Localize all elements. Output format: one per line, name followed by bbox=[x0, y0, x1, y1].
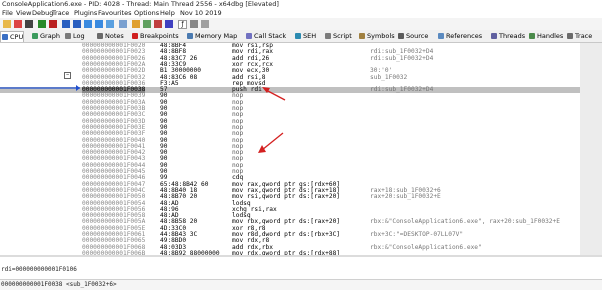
tab-icon bbox=[398, 33, 404, 39]
tab-bar: CPU Graph Log Notes Breakpoints Memory Map Cal… bbox=[0, 30, 602, 43]
function-icon[interactable]: ƒ bbox=[178, 20, 187, 29]
tab-label: Log bbox=[73, 32, 85, 40]
window-title: ConsoleApplication6.exe - PID: 4028 - Th… bbox=[2, 0, 279, 8]
status-bar: 000000000001F0038 <sub_1F0032+6> bbox=[0, 279, 602, 290]
tab-icon bbox=[97, 33, 103, 39]
status-line: 000000000001F0038 <sub_1F0032+6> bbox=[1, 281, 117, 288]
tab-icon bbox=[187, 33, 193, 39]
tab-label: Threads bbox=[499, 32, 526, 40]
tab-call-stack[interactable]: Call Stack bbox=[245, 31, 286, 41]
tab-icon bbox=[325, 33, 331, 39]
tab-trace[interactable]: Trace bbox=[566, 31, 592, 41]
tab-icon bbox=[2, 34, 8, 40]
tab-references[interactable]: References bbox=[437, 31, 482, 41]
disassembly-view[interactable]: − 000000000001F0020 48:8BF4 mov rsi,rsp 000… bbox=[0, 43, 580, 255]
open-icon[interactable] bbox=[3, 20, 11, 28]
trace-into-icon[interactable] bbox=[84, 20, 92, 28]
run-to-user-code-icon[interactable] bbox=[119, 20, 127, 28]
menu-item-2[interactable]: Debug bbox=[32, 9, 53, 18]
tab-handles[interactable]: Handles bbox=[528, 31, 563, 41]
tab-label: Source bbox=[406, 32, 429, 40]
tab-label: Trace bbox=[575, 32, 593, 40]
tab-script[interactable]: Script bbox=[324, 31, 352, 41]
menu-item-1[interactable]: View bbox=[16, 9, 31, 18]
step-over-icon[interactable] bbox=[73, 20, 81, 28]
tab-icon bbox=[567, 33, 573, 39]
tab-threads[interactable]: Threads bbox=[490, 31, 525, 41]
tab-source[interactable]: Source bbox=[397, 31, 428, 41]
trace-over-icon[interactable] bbox=[95, 20, 103, 28]
menu-item-6[interactable]: Options bbox=[134, 9, 159, 18]
tab-label: SEH bbox=[303, 32, 317, 40]
menu-item-7[interactable]: Help bbox=[160, 9, 175, 18]
tab-log[interactable]: Log bbox=[64, 31, 85, 41]
hash-icon[interactable] bbox=[190, 20, 198, 28]
restart-icon[interactable] bbox=[14, 20, 22, 28]
comment-icon[interactable] bbox=[154, 20, 162, 28]
tab-label: Symbols bbox=[367, 32, 395, 40]
tab-label: Call Stack bbox=[254, 32, 287, 40]
tab-seh[interactable]: SEH bbox=[294, 31, 316, 41]
label-icon[interactable] bbox=[165, 20, 173, 28]
tab-notes[interactable]: Notes bbox=[96, 31, 124, 41]
pause-icon[interactable] bbox=[49, 20, 57, 28]
hardware-icon[interactable] bbox=[132, 20, 140, 28]
tab-label: References bbox=[446, 32, 483, 40]
menu-bar: File View Debug Trace Plugins Favourites Optio… bbox=[0, 9, 602, 18]
tab-icon bbox=[65, 33, 71, 39]
tab-icon bbox=[132, 33, 138, 39]
info-pane: rdi=000000000001F0106 bbox=[0, 257, 602, 279]
tab-label: Notes bbox=[105, 32, 124, 40]
tab-label: Script bbox=[333, 32, 352, 40]
tab-label: Memory Map bbox=[195, 32, 238, 40]
tab-label: Handles bbox=[537, 32, 564, 40]
step-into-icon[interactable] bbox=[62, 20, 70, 28]
tab-label: CPU bbox=[10, 33, 24, 41]
tab-label: Graph bbox=[40, 32, 60, 40]
menu-item-3[interactable]: Trace bbox=[52, 9, 69, 18]
tab-icon bbox=[32, 33, 38, 39]
menu-item-4[interactable]: Plugins bbox=[74, 9, 97, 18]
patch-icon[interactable] bbox=[143, 20, 151, 28]
tab-cpu[interactable]: CPU bbox=[0, 31, 25, 42]
tab-icon bbox=[246, 33, 252, 39]
tab-icon bbox=[491, 33, 497, 39]
tab-graph[interactable]: Graph bbox=[31, 31, 60, 41]
tab-label: Breakpoints bbox=[140, 32, 179, 40]
tab-symbols[interactable]: Symbols bbox=[358, 31, 395, 41]
abc-icon[interactable] bbox=[201, 20, 209, 28]
menu-item-8: Nov 10 2019 bbox=[180, 9, 222, 17]
tab-icon bbox=[295, 33, 301, 39]
menu-item-0[interactable]: File bbox=[2, 9, 13, 18]
info-line: rdi=000000000001F0106 bbox=[1, 266, 77, 273]
run-icon[interactable] bbox=[38, 20, 46, 28]
tab-icon bbox=[529, 33, 535, 39]
vertical-scrollbar[interactable] bbox=[580, 43, 602, 255]
execute-till-return-icon[interactable] bbox=[106, 20, 114, 28]
close-icon[interactable] bbox=[25, 20, 33, 28]
tab-memory-map[interactable]: Memory Map bbox=[186, 31, 237, 41]
tab-icon bbox=[359, 33, 365, 39]
menu-item-5[interactable]: Favourites bbox=[98, 9, 131, 18]
tab-breakpoints[interactable]: Breakpoints bbox=[131, 31, 179, 41]
tab-icon bbox=[438, 33, 444, 39]
